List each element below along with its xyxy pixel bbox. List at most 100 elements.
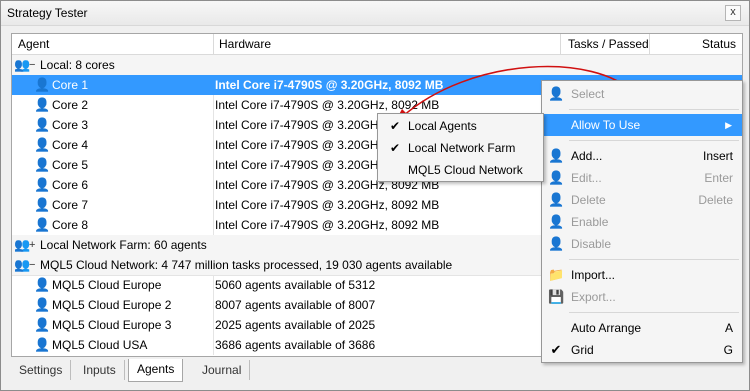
submenu-item-label: Local Network Farm <box>408 141 516 155</box>
cell-divider <box>213 295 214 315</box>
folder-icon: 📁 <box>548 267 565 282</box>
close-button[interactable]: x <box>725 5 741 21</box>
group-label: MQL5 Cloud Network: 4 747 million tasks … <box>40 258 453 272</box>
tab-journal[interactable]: Journal <box>194 360 251 380</box>
agent-hardware: Intel Core i7-4790S @ 3.20GHz, 8092 MB <box>215 218 440 232</box>
menu-item-grid[interactable]: ✔ Grid G <box>542 339 742 361</box>
cloud-agent-icon: 👤 <box>34 337 51 352</box>
menu-item-shortcut: G <box>723 343 733 357</box>
window-title: Strategy Tester <box>7 6 88 20</box>
menu-item-disable[interactable]: 👤 Disable <box>542 233 742 255</box>
edit-icon: 👤 <box>548 170 565 185</box>
agent-icon: 👤 <box>34 137 51 152</box>
agent-name: Core 6 <box>52 178 89 192</box>
menu-item-add[interactable]: 👤 Add... Insert <box>542 145 742 167</box>
agent-hardware: Intel Core i7-4790S @ 3.20GHz, 8092 MB <box>215 78 444 92</box>
menu-item-edit[interactable]: 👤 Edit... Enter <box>542 167 742 189</box>
agent-icon: 👤 <box>34 177 51 192</box>
menu-item-shortcut: A <box>724 321 733 335</box>
tab-agents[interactable]: Agents <box>128 359 184 382</box>
cell-divider <box>213 335 214 355</box>
cloud-group-icon: 👥 <box>14 257 31 272</box>
title-bar: Strategy Tester x <box>1 1 749 26</box>
agent-name: MQL5 Cloud Europe 2 <box>52 298 172 312</box>
agent-icon: 👤 <box>34 77 51 92</box>
column-divider[interactable] <box>560 34 561 54</box>
menu-separator <box>569 140 739 141</box>
menu-item-export[interactable]: 💾 Export... <box>542 286 742 308</box>
submenu-arrow-icon: ▶ <box>725 120 732 130</box>
menu-item-select[interactable]: 👤 Select <box>542 83 742 105</box>
menu-separator <box>569 312 739 313</box>
agent-icon: 👤 <box>34 117 51 132</box>
disk-icon: 💾 <box>548 289 565 304</box>
submenu-item-local-network-farm[interactable]: ✔ Local Network Farm <box>378 137 543 159</box>
menu-item-allow-to-use[interactable]: Allow To Use ▶ <box>542 114 742 136</box>
group-label: Local Network Farm: 60 agents <box>40 238 207 252</box>
tab-settings[interactable]: Settings <box>11 360 72 380</box>
cloud-agent-icon: 👤 <box>34 317 51 332</box>
agent-hardware: 3686 agents available of 3686 <box>215 338 376 352</box>
cell-divider <box>213 175 214 195</box>
cloud-agent-icon: 👤 <box>34 297 51 312</box>
menu-item-enable[interactable]: 👤 Enable <box>542 211 742 233</box>
column-agent[interactable]: Agent <box>18 37 49 51</box>
menu-item-label: Import... <box>571 268 616 282</box>
menu-item-label: Add... <box>571 149 603 163</box>
column-divider[interactable] <box>649 34 650 54</box>
submenu-item-label: Local Agents <box>408 119 477 133</box>
agent-name: Core 4 <box>52 138 89 152</box>
cell-divider <box>213 315 214 335</box>
agent-icon: 👤 <box>34 217 51 232</box>
agent-name: MQL5 Cloud Europe <box>52 278 162 292</box>
menu-item-label: Allow To Use <box>571 118 641 132</box>
agent-name: MQL5 Cloud USA <box>52 338 148 352</box>
menu-item-label: Export... <box>571 290 616 304</box>
menu-item-label: Grid <box>571 343 594 357</box>
menu-item-label: Edit... <box>571 171 602 185</box>
context-menu: 👤 Select Allow To Use ▶ 👤 Add... Insert … <box>541 80 743 363</box>
group-row-local[interactable]: 👥 − Local: 8 cores <box>12 55 742 76</box>
agent-name: Core 5 <box>52 158 89 172</box>
column-hardware[interactable]: Hardware <box>219 37 271 51</box>
agent-name: Core 2 <box>52 98 89 112</box>
agent-hardware: 2025 agents available of 2025 <box>215 318 376 332</box>
menu-item-shortcut: Delete <box>698 193 733 207</box>
agent-hardware: Intel Core i7-4790S @ 3.20GHz, 8092 MB <box>215 198 440 212</box>
column-header-row: Agent Hardware Tasks / Passed Status <box>12 34 742 55</box>
submenu-item-local-agents[interactable]: ✔ Local Agents <box>378 115 543 137</box>
agent-icon: 👤 <box>34 157 51 172</box>
menu-item-delete[interactable]: 👤 Delete Delete <box>542 189 742 211</box>
column-status[interactable]: Status <box>702 37 736 51</box>
farm-group-icon: 👥 <box>14 237 31 252</box>
agent-icon: 👤 <box>34 97 51 112</box>
menu-separator <box>569 259 739 260</box>
check-icon: ✔ <box>550 342 562 357</box>
agent-name: Core 8 <box>52 218 89 232</box>
cell-divider <box>213 115 214 135</box>
cell-divider <box>213 155 214 175</box>
agent-name: Core 3 <box>52 118 89 132</box>
column-tasks[interactable]: Tasks / Passed <box>568 37 649 51</box>
tab-inputs[interactable]: Inputs <box>75 360 125 380</box>
submenu-item-mql5-cloud-network[interactable]: MQL5 Cloud Network <box>378 159 543 181</box>
column-divider[interactable] <box>213 34 214 54</box>
disable-icon: 👤 <box>548 236 565 251</box>
menu-item-label: Delete <box>571 193 606 207</box>
menu-item-label: Select <box>571 87 605 101</box>
collapse-icon[interactable]: − <box>29 55 35 75</box>
menu-item-auto-arrange[interactable]: Auto Arrange A <box>542 317 742 339</box>
agent-name: Core 7 <box>52 198 89 212</box>
cell-divider <box>213 215 214 235</box>
expand-icon[interactable]: + <box>29 235 35 255</box>
cloud-agent-icon: 👤 <box>34 277 51 292</box>
enable-icon: 👤 <box>548 214 565 229</box>
add-icon: 👤 <box>548 148 565 163</box>
collapse-icon[interactable]: − <box>29 255 35 275</box>
check-icon: ✔ <box>390 119 401 133</box>
menu-item-import[interactable]: 📁 Import... <box>542 264 742 286</box>
menu-item-label: Enable <box>571 215 609 229</box>
menu-item-label: Disable <box>571 237 612 251</box>
menu-item-shortcut: Enter <box>704 171 733 185</box>
cell-divider <box>213 275 214 295</box>
